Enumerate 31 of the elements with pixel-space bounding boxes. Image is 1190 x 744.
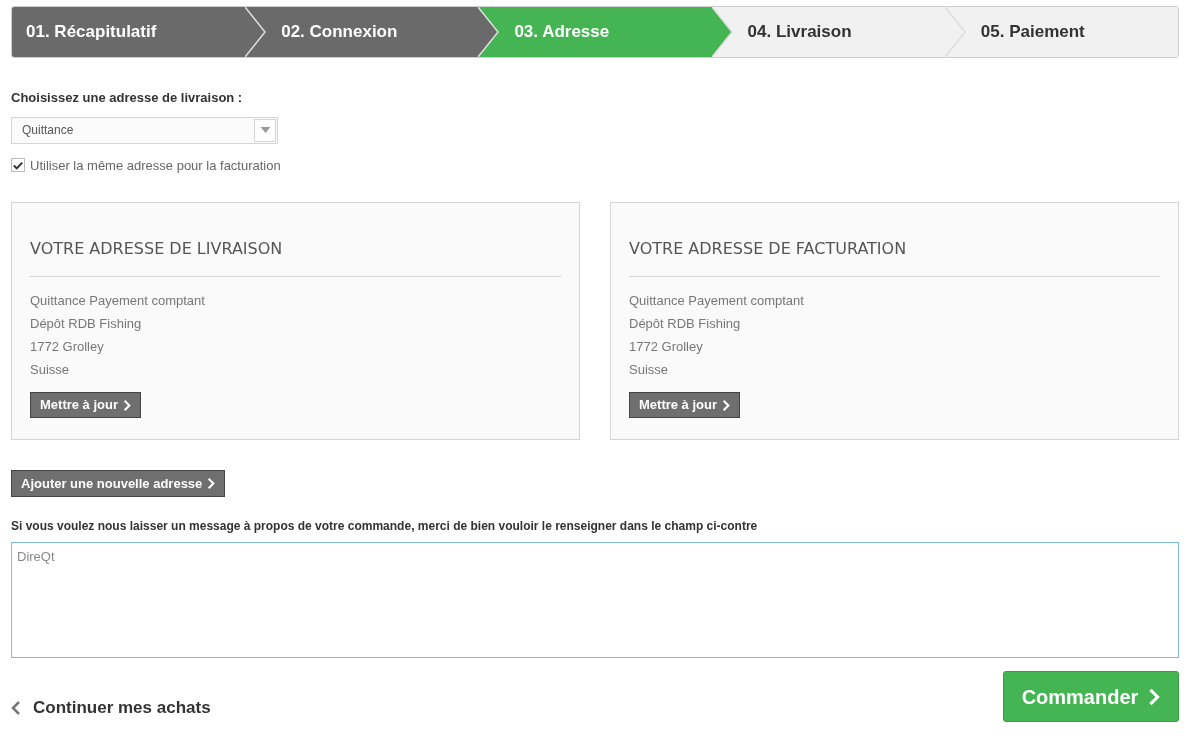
checkout-step[interactable]: 01. Récapitulatif	[12, 7, 246, 57]
address-line: Quittance Payement comptant	[30, 292, 206, 310]
address-line: 1772 Grolley	[30, 338, 105, 356]
dropdown-caret-icon	[254, 118, 276, 142]
card-title: VOTRE ADRESSE DE FACTURATION	[629, 237, 1160, 277]
message-field[interactable]: DireQt	[11, 542, 1179, 658]
update-button[interactable]: Mettre à jour	[629, 392, 740, 418]
address-dropdown[interactable]: Quittance	[11, 116, 278, 144]
step-arrow-icon	[711, 7, 734, 57]
checkbox[interactable]	[11, 158, 25, 173]
address-line: 1772 Grolley	[629, 338, 704, 356]
chevron-left-icon	[11, 700, 21, 715]
checkout-step[interactable]: 04. Livraison	[711, 7, 945, 57]
address-line: Quittance Payement comptant	[629, 292, 805, 310]
chevron-right-icon	[123, 399, 131, 411]
address-line: Dépôt RDB Fishing	[30, 315, 143, 333]
address-line: Suisse	[30, 361, 71, 379]
card-title: VOTRE ADRESSE DE LIVRAISON	[30, 237, 561, 277]
checkbox-label: Utiliser la même adresse pour la facturation	[30, 156, 281, 175]
continue-shopping-link[interactable]: Continuer mes achats	[11, 694, 211, 721]
chevron-right-icon	[722, 399, 730, 411]
chevron-right-icon	[207, 478, 216, 489]
message-label: Si vous voulez nous laisser un message à propos de votre commande, merci de bien vouloir le renseigner dans le champ ci-contre	[11, 518, 759, 535]
chevron-right-icon	[1148, 687, 1161, 706]
address-line: Dépôt RDB Fishing	[629, 315, 742, 333]
address-line: Suisse	[629, 361, 670, 379]
update-button[interactable]: Mettre à jour	[30, 392, 141, 418]
field-label: Choisissez une adresse de livraison :	[11, 89, 244, 107]
checkout-step[interactable]: 05. Paiement	[944, 7, 1178, 57]
add-address-button[interactable]: Ajouter une nouvelle adresse	[11, 470, 226, 497]
step-arrow-icon	[478, 7, 501, 57]
